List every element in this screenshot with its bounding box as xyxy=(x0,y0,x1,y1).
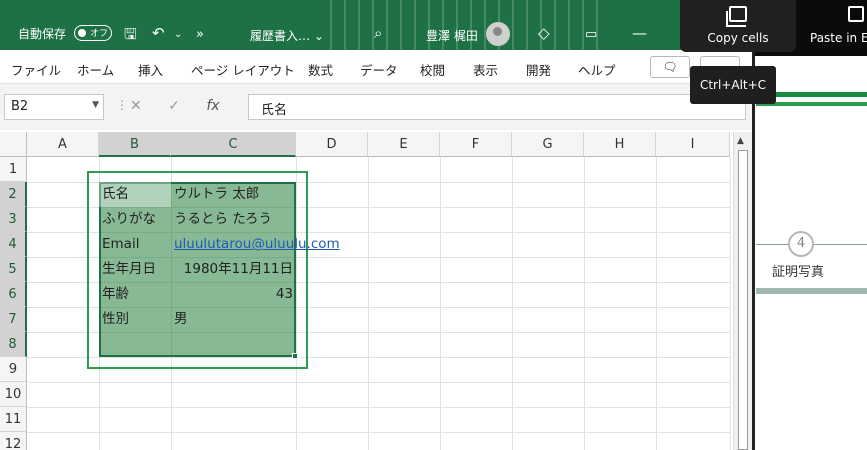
tab-home[interactable]: ホーム xyxy=(77,60,114,79)
comment-icon: 🗨 xyxy=(662,60,678,74)
column-header-a[interactable]: A xyxy=(27,132,99,157)
row-header-1[interactable]: 1 xyxy=(0,157,27,182)
gridline xyxy=(27,382,730,383)
column-header-e[interactable]: E xyxy=(368,132,440,157)
row-header-2[interactable]: 2 xyxy=(0,182,27,207)
autosave-label: 自動保存 xyxy=(18,27,67,41)
copy-cells-label: Copy cells xyxy=(707,31,769,45)
chevron-down-icon[interactable]: ▼ xyxy=(92,100,99,110)
row-header-6[interactable]: 6 xyxy=(0,282,27,307)
copy-cells-button[interactable]: Copy cells xyxy=(680,0,796,52)
shortcut-tooltip: Ctrl+Alt+C xyxy=(690,66,776,104)
vertical-scrollbar[interactable]: ▲ xyxy=(733,132,752,450)
avatar[interactable] xyxy=(486,22,510,46)
copy-icon xyxy=(726,6,747,27)
fill-handle[interactable] xyxy=(292,353,298,359)
column-header-g[interactable]: G xyxy=(512,132,584,157)
name-box-value: B2 xyxy=(11,99,29,114)
step-number-circle[interactable]: 4 xyxy=(788,231,814,257)
tab-view[interactable]: 表示 xyxy=(473,60,498,79)
tab-page-layout[interactable]: ページ レイアウト xyxy=(191,60,295,79)
row-header-4[interactable]: 4 xyxy=(0,232,27,257)
cell-c6[interactable]: 43 xyxy=(171,282,293,307)
column-header-b[interactable]: B xyxy=(99,132,171,157)
gridline xyxy=(368,157,369,450)
cell-b5[interactable]: 生年月日 xyxy=(102,257,156,282)
undo-dropdown-icon[interactable]: ⌄ xyxy=(174,29,182,40)
cell-c3[interactable]: うるとら たろう xyxy=(174,207,272,232)
row-header-8[interactable]: 8 xyxy=(0,332,27,357)
autosave-toggle[interactable]: オフ xyxy=(74,25,112,41)
tab-formulas[interactable]: 数式 xyxy=(308,60,333,79)
insert-function-icon[interactable]: fx xyxy=(206,98,219,114)
column-header-f[interactable]: F xyxy=(440,132,512,157)
title-bar: 自動保存 オフ 🖫 ↶ ⌄ » 履歴書入… ⌄ ⌕ 豊澤 梶田 ◇ ▭ — xyxy=(0,0,752,50)
column-header-h[interactable]: H xyxy=(584,132,656,157)
search-icon[interactable]: ⌕ xyxy=(374,24,382,42)
ribbon-tabs: ファイル ホーム 挿入 ページ レイアウト 数式 データ 校閲 表示 開発 ヘル… xyxy=(0,50,752,84)
minimize-icon[interactable]: — xyxy=(632,24,647,42)
cancel-icon[interactable]: ✕ xyxy=(130,98,142,114)
row-header-7[interactable]: 7 xyxy=(0,307,27,332)
formula-bar: B2 ▼ ⋮ ✕ ✓ fx 氏名 xyxy=(0,84,752,130)
undo-icon[interactable]: ↶ xyxy=(152,24,165,42)
gridline xyxy=(27,432,730,433)
tab-data[interactable]: データ xyxy=(360,60,398,79)
cell-b7[interactable]: 性別 xyxy=(102,307,129,332)
column-header-c[interactable]: C xyxy=(171,132,296,157)
toggle-knob xyxy=(78,28,86,37)
comments-button[interactable]: 🗨 xyxy=(650,56,690,78)
enter-icon[interactable]: ✓ xyxy=(168,98,180,114)
gridline xyxy=(656,157,657,450)
gridline xyxy=(512,157,513,450)
tab-developer[interactable]: 開発 xyxy=(526,60,551,79)
gridline xyxy=(730,157,731,450)
scroll-up-icon[interactable]: ▲ xyxy=(737,136,744,146)
save-icon[interactable]: 🖫 xyxy=(124,24,137,49)
cell-b3[interactable]: ふりがな xyxy=(102,207,156,232)
row-header-11[interactable]: 11 xyxy=(0,407,27,432)
row-header-3[interactable]: 3 xyxy=(0,207,27,232)
row-header-10[interactable]: 10 xyxy=(0,382,27,407)
cell-c2[interactable]: ウルトラ 太郎 xyxy=(174,182,259,207)
name-box[interactable]: B2 ▼ xyxy=(4,94,104,120)
formula-buttons: ✕ ✓ fx xyxy=(130,98,242,114)
worksheet-grid[interactable]: A B C D E F G H I 1 2 3 4 5 6 7 8 9 10 1… xyxy=(0,132,752,450)
formula-input[interactable]: 氏名 xyxy=(248,94,746,120)
cell-b2[interactable]: 氏名 xyxy=(102,182,129,207)
tab-help[interactable]: ヘルプ xyxy=(578,60,616,79)
step-label[interactable]: 証明写真 xyxy=(772,261,824,280)
paste-icon[interactable] xyxy=(848,6,864,22)
tab-file[interactable]: ファイル xyxy=(11,60,61,79)
user-name[interactable]: 豊澤 梶田 xyxy=(426,27,478,44)
diamond-icon[interactable]: ◇ xyxy=(538,24,550,42)
document-title[interactable]: 履歴書入… ⌄ xyxy=(250,27,324,44)
cell-c4-email-link[interactable]: uluulutarou@uluulu.com xyxy=(174,232,340,257)
autosave-state: オフ xyxy=(90,29,109,39)
column-header-d[interactable]: D xyxy=(296,132,368,157)
cell-c7[interactable]: 男 xyxy=(174,307,188,332)
panel-divider-bar xyxy=(756,288,867,294)
cell-b4[interactable]: Email xyxy=(102,232,139,257)
column-header-i[interactable]: I xyxy=(656,132,730,157)
gridline xyxy=(27,407,730,408)
formula-bar-grip-icon: ⋮ xyxy=(116,98,128,112)
more-commands-icon[interactable]: » xyxy=(196,27,204,42)
row-header-9[interactable]: 9 xyxy=(0,357,27,382)
row-header-12[interactable]: 12 xyxy=(0,432,27,450)
paste-in-excel-button[interactable]: Paste in Ex xyxy=(810,31,867,45)
select-all-corner[interactable] xyxy=(0,132,27,157)
cell-b6[interactable]: 年齢 xyxy=(102,282,129,307)
ribbon-display-icon[interactable]: ▭ xyxy=(585,27,597,42)
gridline xyxy=(584,157,585,450)
tab-review[interactable]: 校閲 xyxy=(420,60,445,79)
tab-insert[interactable]: 挿入 xyxy=(138,60,163,79)
scrollbar-thumb[interactable] xyxy=(738,150,748,450)
row-header-5[interactable]: 5 xyxy=(0,257,27,282)
cell-c5[interactable]: 1980年11月11日 xyxy=(171,257,293,282)
gridline xyxy=(440,157,441,450)
